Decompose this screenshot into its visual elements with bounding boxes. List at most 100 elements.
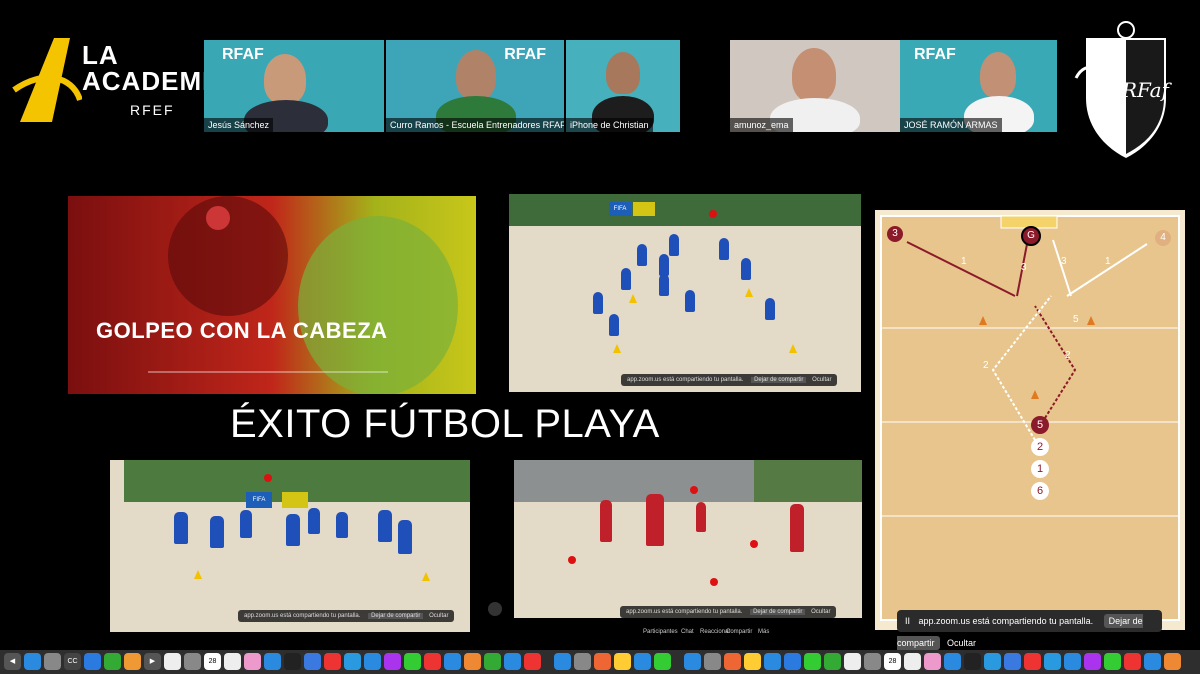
mail-icon[interactable] xyxy=(634,653,651,670)
star-icon[interactable] xyxy=(1084,653,1101,670)
appstore-icon[interactable] xyxy=(364,653,381,670)
appletv-icon[interactable] xyxy=(284,653,301,670)
participant-tile[interactable]: iPhone de Christian xyxy=(566,40,680,132)
launchpad-icon[interactable] xyxy=(44,653,61,670)
messages-icon[interactable] xyxy=(804,653,821,670)
player xyxy=(593,292,603,314)
reminders-icon[interactable] xyxy=(924,653,941,670)
player xyxy=(637,244,647,266)
player-marker: 1 xyxy=(1031,460,1049,478)
app-icon[interactable] xyxy=(484,653,501,670)
launchpad-icon[interactable] xyxy=(704,653,721,670)
player xyxy=(210,516,224,548)
video-frame: app.zoom.us está compartiendo tu pantall… xyxy=(514,460,862,618)
next-icon[interactable]: ▶ xyxy=(144,653,161,670)
settings-icon[interactable] xyxy=(184,653,201,670)
hide-share-button[interactable]: Ocultar xyxy=(947,638,976,648)
launchpad-icon[interactable] xyxy=(574,653,591,670)
messages-icon[interactable] xyxy=(654,653,671,670)
participant-face xyxy=(264,54,306,104)
safari-icon[interactable] xyxy=(764,653,781,670)
participant-name: amunoz_ema xyxy=(730,118,793,132)
cone xyxy=(745,288,753,297)
excel-icon[interactable] xyxy=(404,653,421,670)
participant-name: Jesús Sánchez xyxy=(204,118,274,132)
appstore-icon[interactable] xyxy=(1064,653,1081,670)
toolbar-participants[interactable]: Participantes xyxy=(643,629,678,635)
cone xyxy=(194,570,202,579)
app-icon[interactable] xyxy=(124,653,141,670)
participant-tile[interactable]: amunoz_ema xyxy=(730,40,900,132)
annotate-icon[interactable] xyxy=(488,602,502,616)
app-icon[interactable] xyxy=(1164,653,1181,670)
music-icon[interactable] xyxy=(324,653,341,670)
photos-icon[interactable] xyxy=(844,653,861,670)
toolbar-chat[interactable]: Chat xyxy=(681,629,694,635)
participant-tile[interactable]: RFAF Jesús Sánchez xyxy=(204,40,384,132)
telegram-icon[interactable] xyxy=(1044,653,1061,670)
finder-icon[interactable] xyxy=(684,653,701,670)
player-marker: 3 xyxy=(887,226,903,242)
settings-icon[interactable] xyxy=(864,653,881,670)
star-icon[interactable] xyxy=(384,653,401,670)
calendar-icon[interactable]: 28 xyxy=(204,653,221,670)
mail-icon[interactable] xyxy=(784,653,801,670)
arrow-label: 3 xyxy=(1021,262,1027,273)
fifa-banner: FIFA xyxy=(246,492,272,508)
participant-face xyxy=(980,52,1016,98)
photos-icon[interactable] xyxy=(164,653,181,670)
music-icon[interactable] xyxy=(1024,653,1041,670)
video-training-top: FIFA app.zoom.us está compartiendo tu pa… xyxy=(509,194,861,392)
firefox-icon[interactable] xyxy=(594,653,611,670)
app-icon[interactable] xyxy=(1144,653,1161,670)
slide-background xyxy=(68,196,476,394)
player xyxy=(600,500,612,542)
player-marker: 6 xyxy=(1031,482,1049,500)
zoom-share-mini: app.zoom.us está compartiendo tu pantall… xyxy=(621,374,838,386)
toolbar-share[interactable]: Compartir xyxy=(726,629,752,635)
notes-icon[interactable] xyxy=(904,653,921,670)
telegram-icon[interactable] xyxy=(344,653,361,670)
chrome-icon[interactable] xyxy=(614,653,631,670)
academia-a-icon xyxy=(12,38,83,122)
arrow-label: 1 xyxy=(961,256,967,267)
pdf-icon[interactable] xyxy=(1124,653,1141,670)
captions-icon[interactable]: CC xyxy=(64,653,81,670)
zoom-app-icon[interactable] xyxy=(304,653,321,670)
zoom-icon[interactable] xyxy=(84,653,101,670)
finder-icon[interactable] xyxy=(554,653,571,670)
zoom-share-bar: II app.zoom.us está compartiendo tu pant… xyxy=(897,610,1162,650)
toolbar-more[interactable]: Más xyxy=(758,629,769,635)
pdf-icon[interactable] xyxy=(424,653,441,670)
firefox-icon[interactable] xyxy=(724,653,741,670)
pause-share-icon[interactable]: II xyxy=(905,616,910,626)
zoom-app-icon[interactable] xyxy=(1004,653,1021,670)
app-icon[interactable] xyxy=(444,653,461,670)
player xyxy=(174,512,188,544)
facetime-icon[interactable] xyxy=(824,653,841,670)
telegram-icon[interactable] xyxy=(984,653,1001,670)
safari-icon[interactable] xyxy=(264,653,281,670)
app-icon[interactable] xyxy=(504,653,521,670)
zoom-share-mini: app.zoom.us está compartiendo tu pantall… xyxy=(620,606,837,618)
arrow-label: 2 xyxy=(983,360,989,371)
chrome-icon[interactable] xyxy=(744,653,761,670)
appletv-icon[interactable] xyxy=(964,653,981,670)
app-icon[interactable] xyxy=(524,653,541,670)
excel-icon[interactable] xyxy=(1104,653,1121,670)
participant-tile[interactable]: RFAF Curro Ramos - Escuela Entrenadores … xyxy=(386,40,564,132)
safari-icon[interactable] xyxy=(944,653,961,670)
participant-tile[interactable]: RFAF JOSÉ RAMÓN ARMAS xyxy=(900,40,1057,132)
reminders-icon[interactable] xyxy=(244,653,261,670)
notes-icon[interactable] xyxy=(224,653,241,670)
facetime-icon[interactable] xyxy=(104,653,121,670)
finder-icon[interactable] xyxy=(24,653,41,670)
fifa-banner: FIFA xyxy=(609,202,631,216)
calendar-icon[interactable]: 28 xyxy=(884,653,901,670)
player xyxy=(286,514,300,546)
player xyxy=(646,494,664,546)
app-icon[interactable] xyxy=(464,653,481,670)
arrow-label: 1 xyxy=(1105,256,1111,267)
participant-name: Curro Ramos - Escuela Entrenadores RFAF xyxy=(386,118,564,132)
back-icon[interactable]: ◀ xyxy=(4,653,21,670)
